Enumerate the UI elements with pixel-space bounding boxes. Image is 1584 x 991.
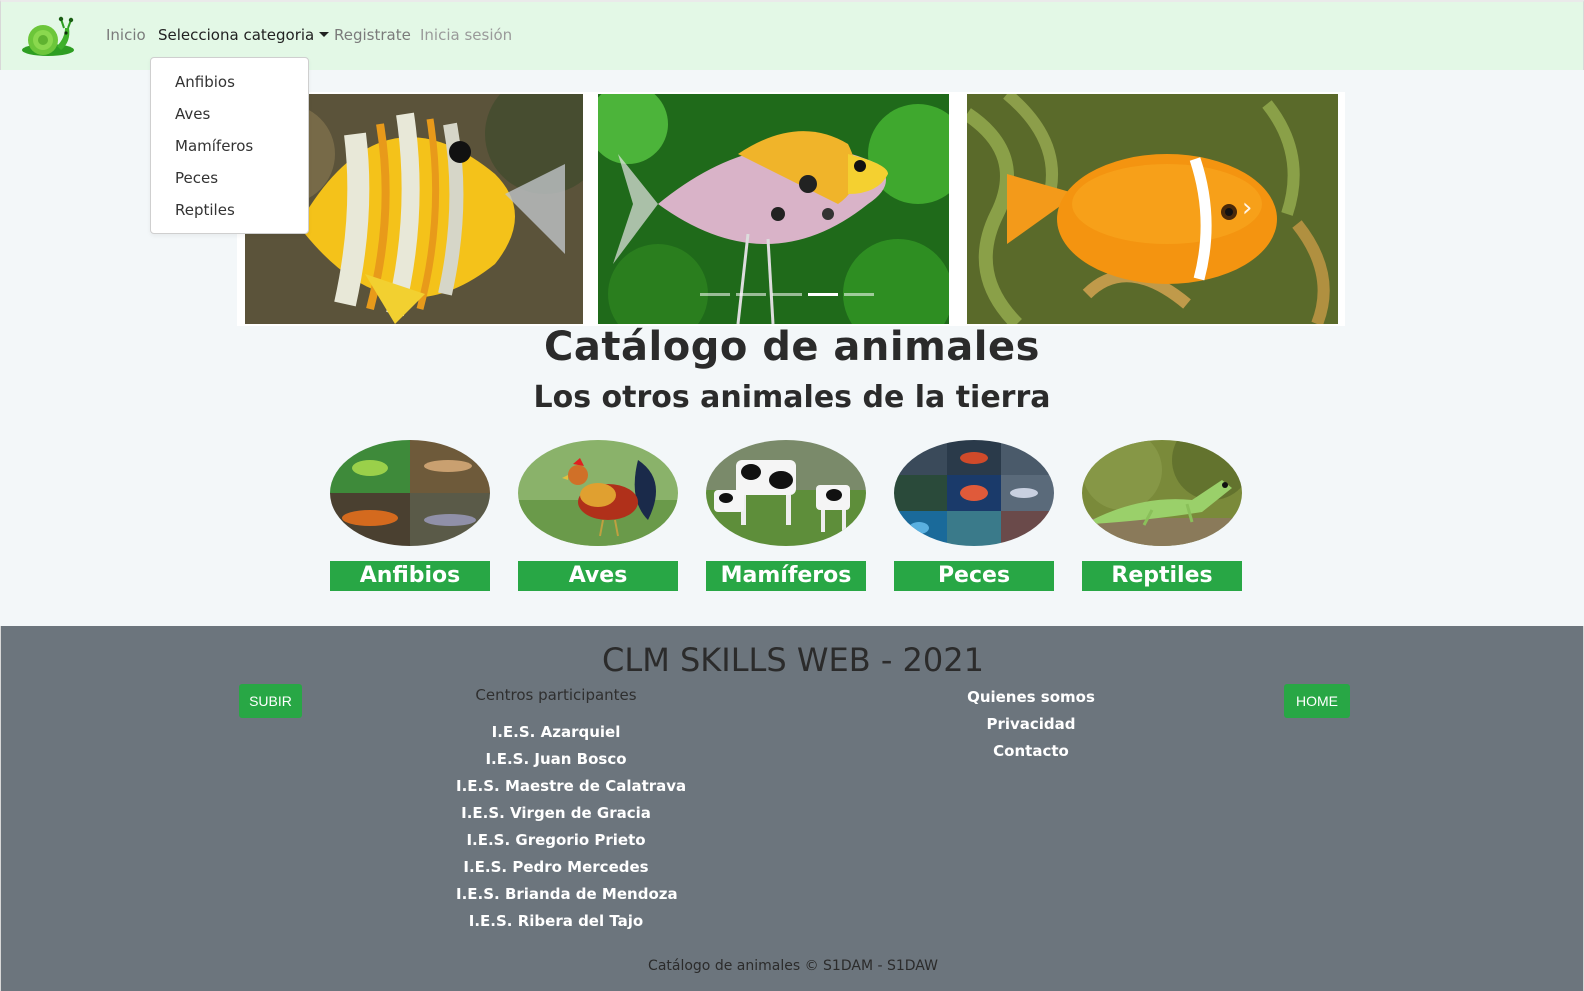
- contacto-link[interactable]: Contacto: [931, 738, 1131, 765]
- nav-inicia-sesion[interactable]: Inicia sesión: [420, 26, 512, 44]
- page-subtitle: Los otros animales de la tierra: [533, 380, 1051, 415]
- image-carousel: ›: [237, 92, 1345, 326]
- carousel-image-angelfish: [598, 94, 949, 324]
- dropdown-item-anfibios[interactable]: Anfibios: [151, 70, 308, 102]
- carousel-indicator-5[interactable]: [844, 293, 874, 296]
- carousel-image-clownfish: [967, 94, 1338, 324]
- category-image-peces[interactable]: [894, 440, 1054, 546]
- centro-link[interactable]: I.E.S. Gregorio Prieto: [456, 827, 656, 854]
- category-image-aves[interactable]: [518, 440, 678, 546]
- centros-heading: Centros participantes: [475, 686, 637, 704]
- subir-button[interactable]: SUBIR: [239, 684, 302, 718]
- centros-list: Centros participantes I.E.S. Azarquiel I…: [456, 684, 686, 935]
- category-button-aves[interactable]: Aves: [518, 561, 678, 591]
- category-button-anfibios[interactable]: Anfibios: [330, 561, 490, 591]
- page-title: Catálogo de animales: [544, 324, 1040, 370]
- nav-registrate[interactable]: Registrate: [334, 26, 411, 44]
- dropdown-item-peces[interactable]: Peces: [151, 166, 308, 198]
- centro-link[interactable]: I.E.S. Brianda de Mendoza: [456, 881, 678, 908]
- footer-title: CLM SKILLS WEB - 2021: [602, 641, 984, 679]
- footer-links: Quienes somos Privacidad Contacto: [931, 684, 1131, 765]
- carousel-indicator-1[interactable]: [700, 293, 730, 296]
- category-button-reptiles[interactable]: Reptiles: [1082, 561, 1242, 591]
- page: Inicio Selecciona categoria Registrate I…: [0, 0, 1584, 991]
- centro-link[interactable]: I.E.S. Maestre de Calatrava: [456, 773, 686, 800]
- nav-inicio[interactable]: Inicio: [106, 26, 146, 44]
- category-card-anfibios: Anfibios: [330, 440, 490, 592]
- centro-link[interactable]: I.E.S. Virgen de Gracia: [456, 800, 656, 827]
- nav-categoria-label: Selecciona categoria: [158, 26, 315, 44]
- carousel-indicator-3[interactable]: [772, 293, 802, 296]
- category-card-aves: Aves: [518, 440, 678, 592]
- centro-link[interactable]: I.E.S. Pedro Mercedes: [456, 854, 656, 881]
- category-button-mamiferos[interactable]: Mamíferos: [706, 561, 866, 591]
- copyright: Catálogo de animales © S1DAM - S1DAW: [648, 958, 938, 974]
- dropdown-item-reptiles[interactable]: Reptiles: [151, 198, 308, 230]
- centro-link[interactable]: I.E.S. Juan Bosco: [456, 746, 656, 773]
- quienes-somos-link[interactable]: Quienes somos: [931, 684, 1131, 711]
- home-button[interactable]: HOME: [1284, 684, 1350, 718]
- centro-link[interactable]: I.E.S. Azarquiel: [456, 719, 656, 746]
- centro-link[interactable]: I.E.S. Ribera del Tajo: [456, 908, 656, 935]
- dropdown-item-aves[interactable]: Aves: [151, 102, 308, 134]
- dropdown-item-mamiferos[interactable]: Mamíferos: [151, 134, 308, 166]
- chevron-right-icon[interactable]: ›: [1242, 195, 1262, 221]
- footer: CLM SKILLS WEB - 2021 SUBIR HOME Centros…: [0, 626, 1584, 991]
- category-image-reptiles[interactable]: [1082, 440, 1242, 546]
- category-card-reptiles: Reptiles: [1082, 440, 1242, 592]
- category-dropdown-menu: Anfibios Aves Mamíferos Peces Reptiles: [150, 57, 309, 234]
- snail-logo-icon[interactable]: [19, 16, 77, 58]
- nav-categoria-dropdown[interactable]: Selecciona categoria: [158, 26, 330, 44]
- caret-down-icon: [319, 32, 330, 37]
- category-button-peces[interactable]: Peces: [894, 561, 1054, 591]
- category-card-peces: Peces: [894, 440, 1054, 592]
- category-card-mamiferos: Mamíferos: [706, 440, 866, 592]
- privacidad-link[interactable]: Privacidad: [931, 711, 1131, 738]
- category-image-mamiferos[interactable]: [706, 440, 866, 546]
- carousel-indicator-2[interactable]: [736, 293, 766, 296]
- carousel-indicator-4[interactable]: [808, 293, 838, 296]
- category-image-anfibios[interactable]: [330, 440, 490, 546]
